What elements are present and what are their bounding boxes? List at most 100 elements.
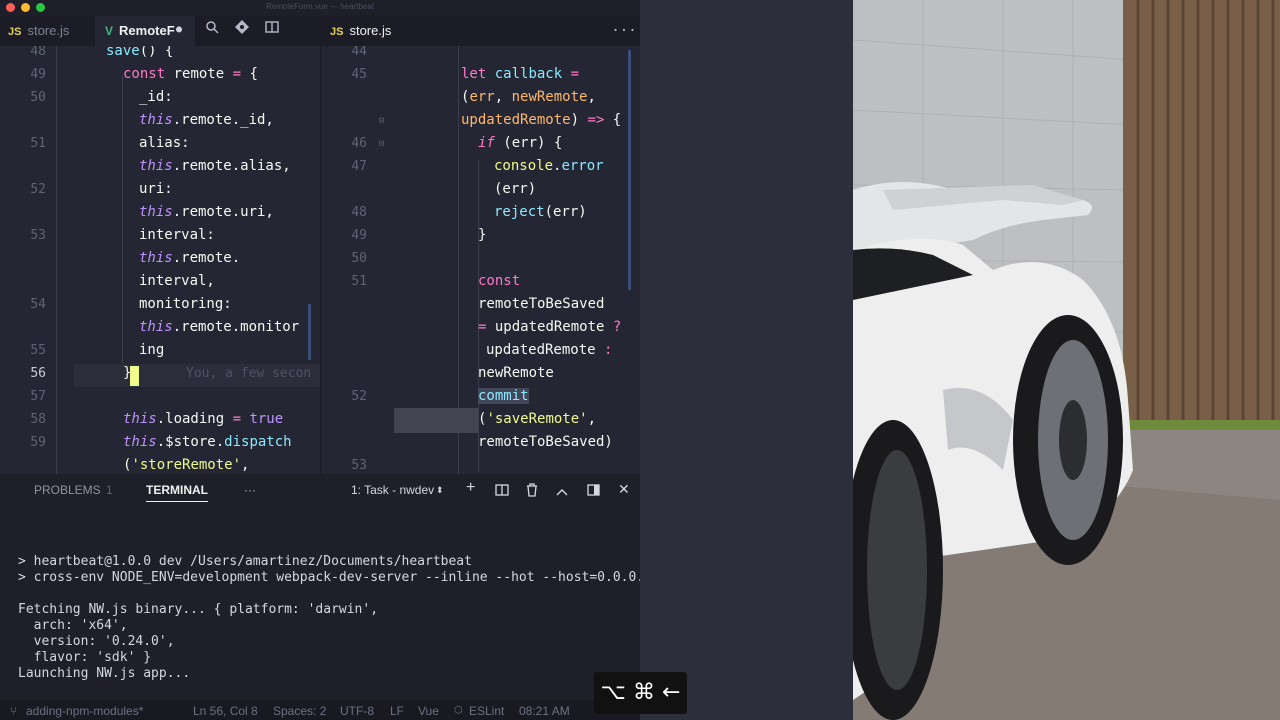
split-terminal-icon[interactable] [495, 484, 509, 499]
code-line: _id: [139, 89, 173, 105]
code-line: updatedRemote) => { [461, 112, 622, 128]
chevron-up-icon[interactable] [556, 485, 568, 499]
split-editor-icon[interactable] [257, 16, 287, 46]
line-number: 50 [351, 251, 367, 266]
js-file-icon: JS [330, 26, 344, 38]
line-number: 51 [30, 136, 46, 151]
tab-store-js-right[interactable]: JS store.js [330, 16, 420, 46]
indentation[interactable]: Spaces: 2 [273, 704, 326, 718]
code-line: ('saveRemote', [478, 411, 597, 427]
right-editor-pane[interactable]: 44 45 46 47 48 49 50 51 52 53 ⊟ ⊟ let callback = … [320, 46, 640, 474]
code-line: console.error [494, 158, 604, 174]
scrollbar-slider[interactable] [628, 50, 631, 290]
terminal-task-select[interactable]: 1: Task - nwdev [351, 483, 434, 497]
line-number: 48 [30, 46, 46, 59]
tab-store-js-left[interactable]: JS store.js [8, 16, 88, 46]
tab-label: RemoteF [119, 23, 175, 38]
line-number: 49 [30, 67, 46, 82]
trash-icon[interactable] [526, 483, 538, 500]
line-number: 51 [351, 274, 367, 289]
chevron-updown-icon: ⬍ [436, 485, 444, 495]
code-line: let callback = [461, 66, 580, 82]
selection-highlight [394, 408, 478, 433]
code-line: reject(err) [494, 204, 587, 220]
tab-label: store.js [349, 23, 392, 38]
git-blame-annotation: You, a few secon [186, 366, 312, 381]
line-number: 59 [30, 435, 46, 450]
maximize-panel-icon[interactable] [587, 484, 600, 499]
line-number: 56 [30, 366, 46, 381]
left-editor-pane[interactable]: 48 49 50 51 52 53 54 55 56 57 58 59 save() { const … [0, 46, 320, 474]
line-number: 45 [351, 67, 367, 82]
code-line: remoteToBeSaved [478, 296, 605, 312]
code-line: if (err) { [478, 135, 563, 151]
terminal-line: Launching NW.js app... [18, 666, 191, 681]
line-number: 55 [30, 343, 46, 358]
line-number: 52 [351, 389, 367, 404]
code-line: const remote = { [123, 66, 258, 82]
code-line: const [478, 273, 521, 289]
code-line: alias: [139, 135, 190, 151]
text-cursor [130, 366, 139, 386]
code-line: monitoring: [139, 296, 232, 312]
code-line: this.$store.dispatch [123, 434, 292, 450]
line-number: 54 [30, 297, 46, 312]
status-bar: ⑂ adding-npm-modules* Ln 56, Col 8 Space… [0, 700, 640, 720]
linter-status[interactable]: ESLint [469, 704, 504, 718]
line-number: 58 [30, 412, 46, 427]
code-line: (err) [494, 181, 537, 197]
wallpaper-car-photo [853, 0, 1280, 720]
terminal-line: arch: 'x64', [18, 618, 128, 633]
code-line: interval, [139, 273, 215, 289]
code-line: this.remote. [139, 250, 241, 266]
git-branch[interactable]: adding-npm-modules* [26, 704, 143, 718]
git-branch-icon[interactable]: ⑂ [10, 704, 17, 718]
line-number: 44 [351, 46, 367, 59]
tab-problems[interactable]: PROBLEMS [34, 483, 101, 497]
terminal-line: > cross-env NODE_ENV=development webpack… [18, 570, 652, 585]
fold-icon[interactable]: ⊟ [379, 139, 384, 149]
code-line: = updatedRemote ? [478, 319, 622, 335]
more-actions-icon[interactable]: ··· [609, 16, 639, 46]
tab-terminal[interactable]: TERMINAL [146, 483, 208, 502]
tab-bar: JS store.js V RemoteF ● JS store.js [0, 16, 640, 46]
line-number: 48 [351, 205, 367, 220]
panel-tabs: PROBLEMS 1 TERMINAL ··· 1: Task - nwdev … [0, 476, 640, 506]
code-line: this.remote._id, [139, 112, 274, 128]
code-line: commit [478, 388, 529, 404]
open-changes-icon[interactable] [197, 16, 227, 46]
tab-label: store.js [27, 23, 70, 38]
close-panel-icon[interactable]: ✕ [618, 481, 630, 498]
desktop-background [640, 0, 853, 720]
line-endings[interactable]: LF [390, 704, 404, 718]
language-mode[interactable]: Vue [418, 704, 439, 718]
scrollbar-marker [308, 304, 311, 360]
cursor-position[interactable]: Ln 56, Col 8 [193, 704, 258, 718]
window-title: RemoteForm.vue — heartbeat [265, 2, 375, 11]
line-number: 50 [30, 90, 46, 105]
encoding[interactable]: UTF-8 [340, 704, 374, 718]
git-compare-icon[interactable] [227, 16, 257, 46]
code-line: ('storeRemote', [123, 457, 250, 473]
problems-count-badge: 1 [106, 483, 113, 497]
new-terminal-icon[interactable]: + [466, 479, 475, 497]
unsaved-dot-icon[interactable]: ● [176, 24, 182, 35]
line-number: 57 [30, 389, 46, 404]
clock: 08:21 AM [519, 704, 570, 718]
title-bar: RemoteForm.vue — heartbeat [0, 0, 640, 16]
code-line: this.loading = true [123, 411, 284, 427]
vue-file-icon: V [105, 24, 114, 38]
code-line: (err, newRemote, [461, 89, 596, 105]
code-line: this.remote.uri, [139, 204, 274, 220]
keystroke-overlay: ⌥ ⌘ ← [594, 672, 687, 714]
code-line: save() { [106, 46, 174, 59]
code-line: updatedRemote : [486, 342, 613, 358]
eslint-icon: ⬡ [454, 705, 463, 716]
panel-more-button[interactable]: ··· [244, 483, 256, 497]
fold-icon[interactable]: ⊟ [379, 116, 384, 126]
terminal-line: version: '0.24.0', [18, 634, 175, 649]
code-line: remoteToBeSaved) [478, 434, 613, 450]
line-number: 47 [351, 159, 367, 174]
line-number: 46 [351, 136, 367, 151]
editor-window: RemoteForm.vue — heartbeat JS store.js VR… [0, 0, 652, 720]
